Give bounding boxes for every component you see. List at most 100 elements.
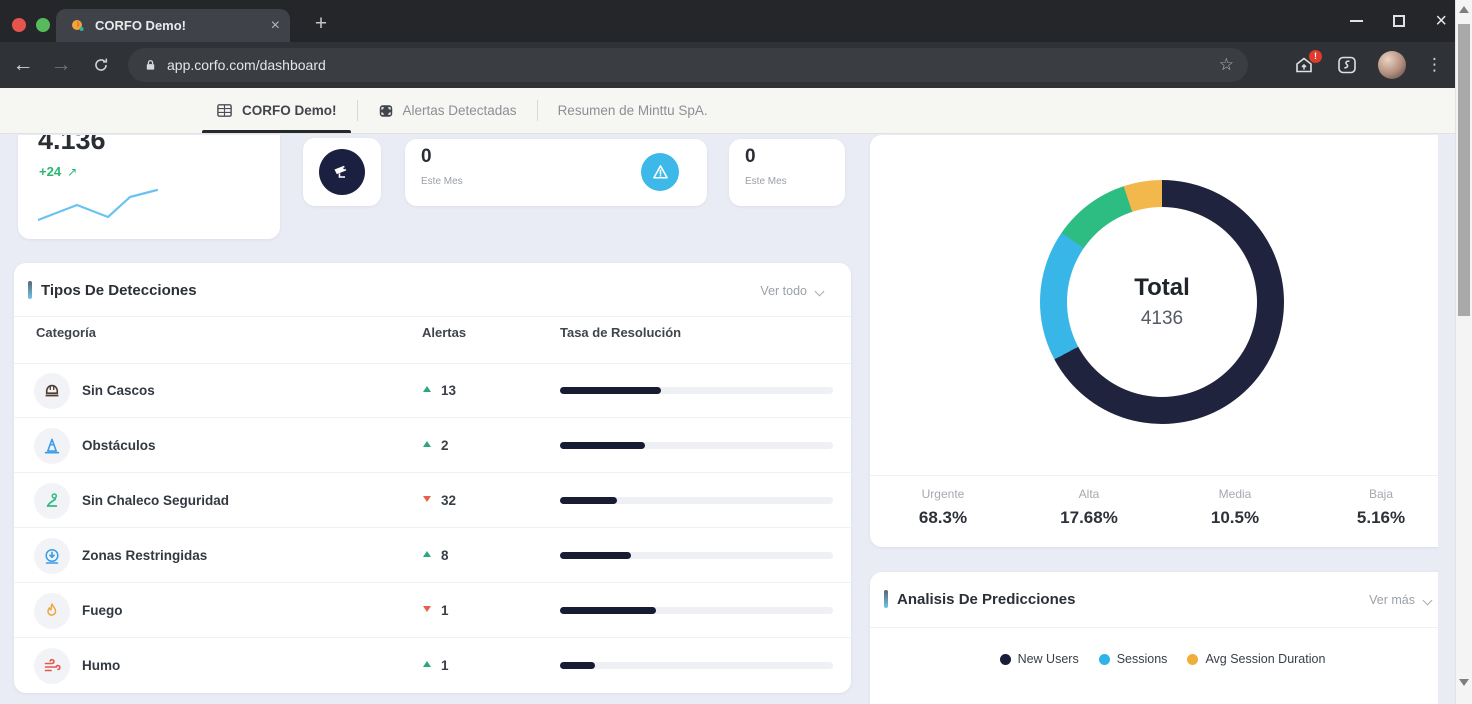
tab-label: Alertas Detectadas: [403, 103, 517, 118]
donut-total-label: Total: [1134, 274, 1190, 302]
legend-new-users[interactable]: New Users: [1000, 652, 1079, 666]
browser-tab[interactable]: CORFO Demo! ×: [56, 9, 290, 42]
cctv-camera-icon: [319, 149, 365, 195]
resolution-bar: [560, 387, 833, 394]
alert-count: 1: [441, 658, 449, 673]
dashboard-tab-bar: CORFO Demo! Alertas Detectadas Resumen d…: [0, 88, 1455, 134]
divider: [870, 475, 1438, 476]
table-row[interactable]: Humo 1: [14, 638, 851, 693]
table-row[interactable]: Zonas Restringidas 8: [14, 528, 851, 583]
forward-button[interactable]: →: [44, 42, 78, 88]
table-row[interactable]: Obstáculos 2: [14, 418, 851, 473]
back-button[interactable]: ←: [6, 42, 40, 88]
tab-label: Resumen de Minttu SpA.: [558, 103, 708, 118]
legend-avg-session[interactable]: Avg Session Duration: [1187, 652, 1325, 666]
stat-baja: Baja 5.16%: [1308, 487, 1438, 528]
notification-badge: !: [1309, 50, 1322, 63]
browser-window: CORFO Demo! × + × ← → app.corfo.com/dash…: [0, 0, 1455, 704]
lock-icon: [144, 58, 157, 72]
sidebar-panel-button[interactable]: [1336, 54, 1358, 76]
section-title: Tipos De Detecciones: [41, 282, 197, 299]
helmet-icon: [34, 373, 70, 409]
chevron-down-icon[interactable]: [1423, 596, 1433, 606]
severity-donut-card: Total 4136 Urgente 68.3% Alta 17.68% Med…: [870, 135, 1438, 547]
browser-toolbar: ← → app.corfo.com/dashboard ☆ ! ⋮: [0, 42, 1455, 88]
legend-dot: [1099, 654, 1110, 665]
chevron-down-icon[interactable]: [815, 287, 825, 297]
maximize-button[interactable]: [1393, 15, 1405, 27]
legend-dot: [1000, 654, 1011, 665]
predictions-legend: New Users Sessions Avg Session Duration: [870, 652, 1438, 666]
smoke-icon: [34, 648, 70, 684]
total-detections-card: 4.136 +24↗: [18, 135, 280, 239]
month-label: Este Mes: [421, 176, 463, 187]
browser-titlebar: CORFO Demo! × + ×: [0, 0, 1455, 42]
favicon-icon: [70, 18, 86, 34]
section-accent-bar: [28, 281, 32, 299]
divider: [14, 316, 851, 317]
stat-alta: Alta 17.68%: [1016, 487, 1162, 528]
alert-count: 8: [441, 548, 449, 563]
tab-close-icon[interactable]: ×: [271, 18, 280, 34]
category-name: Zonas Restringidas: [82, 548, 207, 563]
grid-icon: [216, 102, 233, 119]
table-row[interactable]: Sin Chaleco Seguridad 32: [14, 473, 851, 528]
stat-media: Media 10.5%: [1162, 487, 1308, 528]
divider: [870, 627, 1438, 628]
close-window-button[interactable]: ×: [1435, 12, 1447, 30]
scroll-down-arrow-icon[interactable]: [1459, 679, 1469, 686]
alert-count: 32: [441, 493, 456, 508]
trend-arrow-icon: [423, 606, 431, 612]
section-title: Analisis De Predicciones: [897, 591, 1075, 608]
trend-arrow-icon: [423, 496, 431, 502]
url-bar[interactable]: app.corfo.com/dashboard ☆: [128, 48, 1248, 82]
tab-corfo-demo[interactable]: CORFO Demo!: [196, 88, 357, 133]
category-name: Sin Chaleco Seguridad: [82, 493, 229, 508]
tab-alertas-detectadas[interactable]: Alertas Detectadas: [358, 88, 537, 133]
legend-sessions[interactable]: Sessions: [1099, 652, 1168, 666]
scroll-up-arrow-icon[interactable]: [1459, 6, 1469, 13]
severity-stats: Urgente 68.3% Alta 17.68% Media 10.5% Ba…: [870, 487, 1438, 528]
resolution-bar: [560, 552, 833, 559]
month-value: 0: [421, 146, 432, 168]
section-accent-bar: [884, 590, 888, 608]
new-tab-button[interactable]: +: [306, 9, 336, 39]
ver-mas-dropdown[interactable]: Ver más: [1369, 593, 1415, 607]
trend-arrow-icon: [423, 386, 431, 392]
table-row[interactable]: Sin Cascos 13: [14, 363, 851, 418]
tab-resumen[interactable]: Resumen de Minttu SpA.: [538, 88, 728, 133]
traffic-light-green[interactable]: [36, 18, 50, 32]
alert-count: 2: [441, 438, 449, 453]
table-row[interactable]: Fuego 1: [14, 583, 851, 638]
stat-urgente: Urgente 68.3%: [870, 487, 1016, 528]
month-label: Este Mes: [745, 176, 787, 187]
minimize-button[interactable]: [1350, 20, 1363, 22]
alert-count: 1: [441, 603, 449, 618]
browser-tab-title: CORFO Demo!: [95, 18, 271, 33]
restricted-zone-icon: [34, 538, 70, 574]
detections-delta: +24↗: [39, 164, 77, 179]
resolution-bar: [560, 442, 833, 449]
extension-button[interactable]: !: [1293, 54, 1316, 77]
resolution-bar: [560, 607, 833, 614]
trend-arrow-icon: [423, 441, 431, 447]
bookmark-star-icon[interactable]: ☆: [1219, 55, 1234, 75]
page-scrollbar[interactable]: [1455, 0, 1472, 704]
donut-total-value: 4136: [1141, 308, 1183, 330]
month-value: 0: [745, 146, 756, 168]
ver-todo-dropdown[interactable]: Ver todo: [760, 284, 807, 298]
camera-frame-icon: [378, 103, 394, 119]
col-tasa: Tasa de Resolución: [560, 325, 681, 340]
trend-up-arrow-icon: ↗: [67, 165, 77, 179]
url-text[interactable]: app.corfo.com/dashboard: [167, 57, 1219, 73]
camera-stat-card: [303, 138, 381, 206]
browser-menu-icon[interactable]: ⋮: [1426, 55, 1443, 75]
total-detections-value: 4.136: [38, 135, 106, 156]
profile-avatar[interactable]: [1378, 51, 1406, 79]
traffic-light-red[interactable]: [12, 18, 26, 32]
table-header: Categoría Alertas Tasa de Resolución: [14, 325, 851, 355]
scrollbar-thumb[interactable]: [1458, 24, 1470, 316]
resolution-bar: [560, 497, 833, 504]
reload-button[interactable]: [84, 42, 118, 88]
cone-icon: [34, 428, 70, 464]
